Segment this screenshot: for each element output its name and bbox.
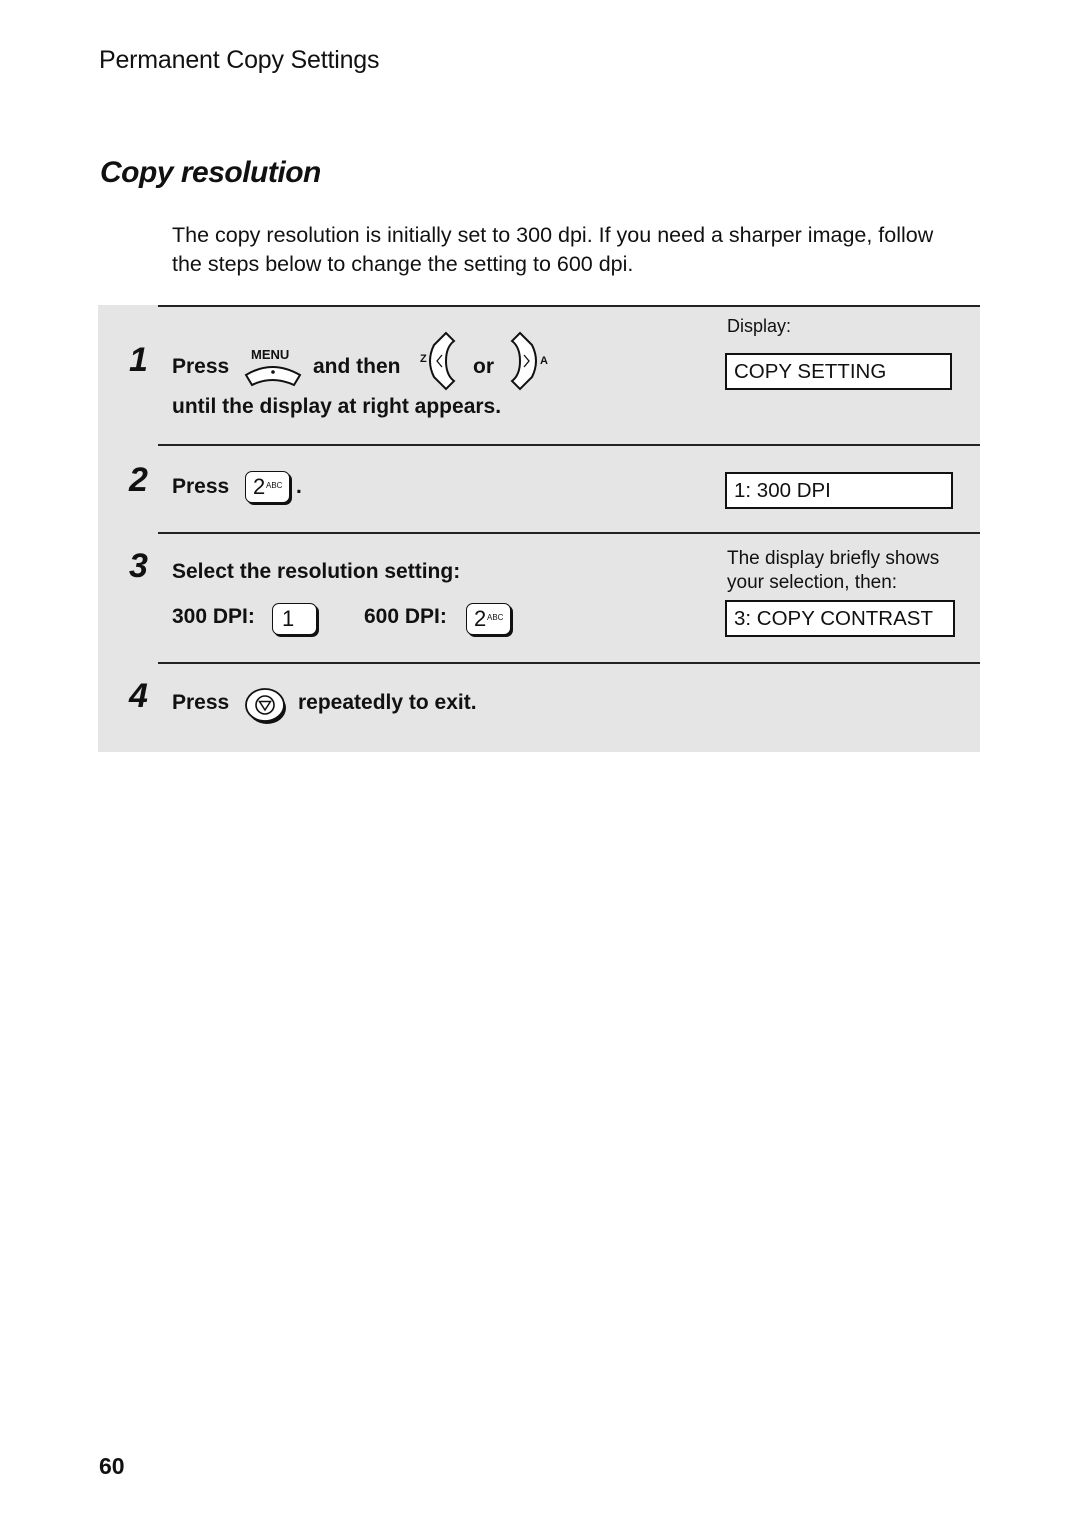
divider bbox=[158, 532, 980, 534]
divider bbox=[158, 662, 980, 664]
step-number: 2 bbox=[129, 461, 148, 499]
step-1-instruction: until the display at right appears. bbox=[172, 395, 502, 418]
step-2-period: . bbox=[296, 475, 302, 498]
step-1-press: Press bbox=[172, 355, 230, 378]
display-note: The display briefly shows your selection… bbox=[727, 548, 940, 593]
step-number: 4 bbox=[129, 677, 148, 715]
key-digit: 1 bbox=[282, 606, 295, 631]
running-head: Permanent Copy Settings bbox=[99, 46, 380, 74]
section-title: Copy resolution bbox=[100, 156, 321, 189]
menu-key-icon: MENU bbox=[242, 347, 304, 389]
stop-key-icon bbox=[244, 687, 288, 725]
option-600-label: 600 DPI: bbox=[364, 605, 447, 628]
step-4-instruction: repeatedly to exit. bbox=[298, 691, 477, 714]
step-3-instruction: Select the resolution setting: bbox=[172, 560, 461, 583]
key-2abc-icon: 2 ABC bbox=[245, 471, 290, 503]
lcd-display: 1: 300 DPI bbox=[725, 472, 953, 509]
right-arrow-key-icon: A bbox=[506, 331, 556, 391]
key-letters: ABC bbox=[487, 613, 504, 622]
right-key-label: A bbox=[540, 355, 548, 367]
display-label: Display: bbox=[727, 316, 792, 336]
step-1-and-then: and then bbox=[313, 355, 401, 378]
divider bbox=[158, 444, 980, 446]
option-300-label: 300 DPI: bbox=[172, 605, 255, 628]
key-letters: ABC bbox=[266, 481, 283, 490]
step-2-press: Press bbox=[172, 475, 230, 498]
step-number: 1 bbox=[129, 341, 148, 379]
lcd-display: COPY SETTING bbox=[725, 353, 952, 390]
key-digit: 2 bbox=[474, 606, 487, 631]
step-4-press: Press bbox=[172, 691, 230, 714]
key-1-icon: 1 bbox=[272, 603, 317, 635]
steps-panel: Display: 1 Press MENU and then Z or A un… bbox=[98, 305, 980, 752]
step-number: 3 bbox=[129, 547, 148, 585]
page-number: 60 bbox=[99, 1453, 125, 1479]
left-arrow-key-icon: Z bbox=[418, 331, 464, 391]
lcd-display: 3: COPY CONTRAST bbox=[725, 600, 955, 637]
divider bbox=[158, 305, 980, 307]
key-digit: 2 bbox=[253, 474, 266, 499]
step-1-or: or bbox=[473, 355, 494, 378]
key-2abc-icon: 2 ABC bbox=[466, 603, 511, 635]
intro-paragraph: The copy resolution is initially set to … bbox=[172, 223, 934, 276]
